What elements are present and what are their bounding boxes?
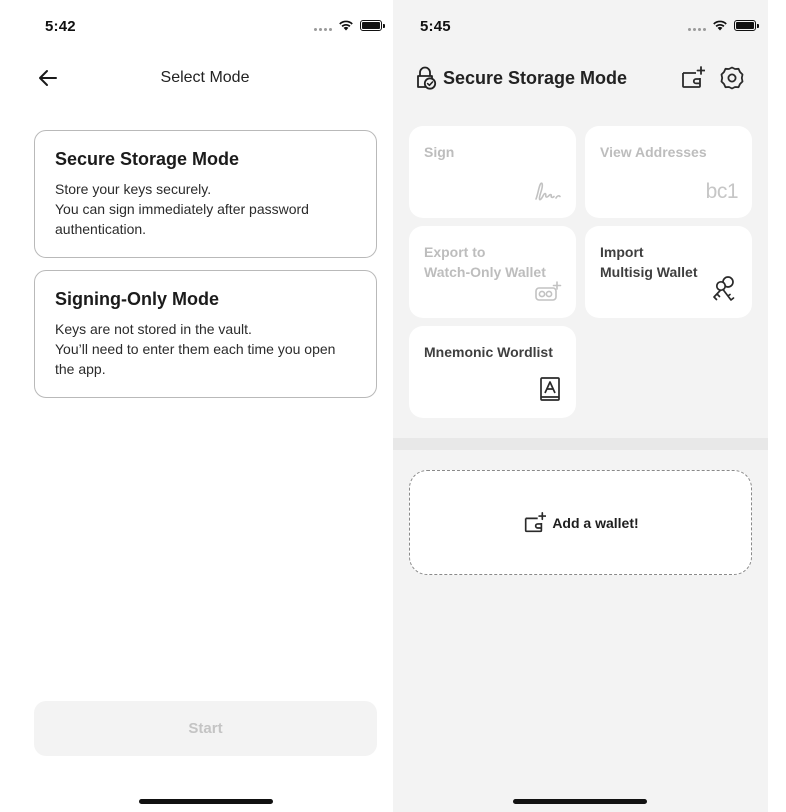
- mnemonic-wordlist-tile[interactable]: Mnemonic Wordlist: [409, 326, 576, 418]
- add-wallet-icon: [525, 511, 547, 532]
- select-mode-screen: 5:42 Select Mode Secure Storage Mode Sto…: [16, 0, 394, 812]
- status-bar: 5:45: [393, 0, 768, 54]
- status-time: 5:45: [420, 18, 451, 35]
- battery-icon: [734, 19, 759, 31]
- gear-icon[interactable]: [719, 65, 745, 91]
- add-wallet-button[interactable]: Add a wallet!: [409, 470, 752, 575]
- status-icons: [314, 19, 385, 31]
- mode-card-description: Keys are not stored in the vault. You’ll…: [55, 321, 336, 377]
- signature-icon: [535, 182, 561, 201]
- keys-icon: [713, 276, 735, 301]
- book-a-icon: [540, 377, 560, 401]
- wifi-icon: [339, 20, 353, 31]
- import-multisig-tile[interactable]: Import Multisig Wallet: [585, 226, 752, 318]
- status-icons: [688, 19, 759, 31]
- cellular-signal-icon: [688, 19, 706, 31]
- home-indicator: [139, 799, 273, 804]
- tile-label: Sign: [424, 144, 455, 160]
- tile-label: View Addresses: [600, 144, 707, 160]
- wifi-icon: [713, 20, 727, 31]
- lock-check-icon: [417, 66, 437, 90]
- mode-card-title: Signing-Only Mode: [55, 289, 219, 309]
- tile-label: Mnemonic Wordlist: [424, 344, 553, 360]
- secure-storage-mode-card[interactable]: Secure Storage Mode Store your keys secu…: [34, 130, 377, 258]
- cellular-signal-icon: [314, 19, 332, 31]
- signing-only-mode-card[interactable]: Signing-Only Mode Keys are not stored in…: [34, 270, 377, 398]
- section-divider: [393, 438, 768, 450]
- secure-storage-home-screen: 5:45 Secure Storage Mode Sign View Addre…: [393, 0, 768, 812]
- battery-icon: [360, 19, 385, 31]
- status-bar: 5:42: [16, 0, 394, 54]
- add-wallet-label: Add a wallet!: [552, 514, 639, 531]
- add-wallet-icon[interactable]: [679, 65, 705, 91]
- sign-tile[interactable]: Sign: [409, 126, 576, 218]
- tile-label: Export to Watch-Only Wallet: [424, 244, 546, 280]
- mode-card-description: Store your keys securely. You can sign i…: [55, 181, 309, 237]
- page-title: Select Mode: [160, 69, 250, 86]
- header: Secure Storage Mode: [393, 64, 768, 94]
- export-watch-only-tile[interactable]: Export to Watch-Only Wallet: [409, 226, 576, 318]
- status-time: 5:42: [45, 18, 76, 35]
- view-addresses-tile[interactable]: View Addresses bc1: [585, 126, 752, 218]
- start-button[interactable]: Start: [34, 701, 377, 756]
- header-title: Secure Storage Mode: [443, 68, 628, 88]
- mode-card-title: Secure Storage Mode: [55, 149, 240, 169]
- glasses-plus-icon: [535, 281, 562, 301]
- home-indicator: [513, 799, 647, 804]
- bc1-icon: bc1: [705, 180, 739, 203]
